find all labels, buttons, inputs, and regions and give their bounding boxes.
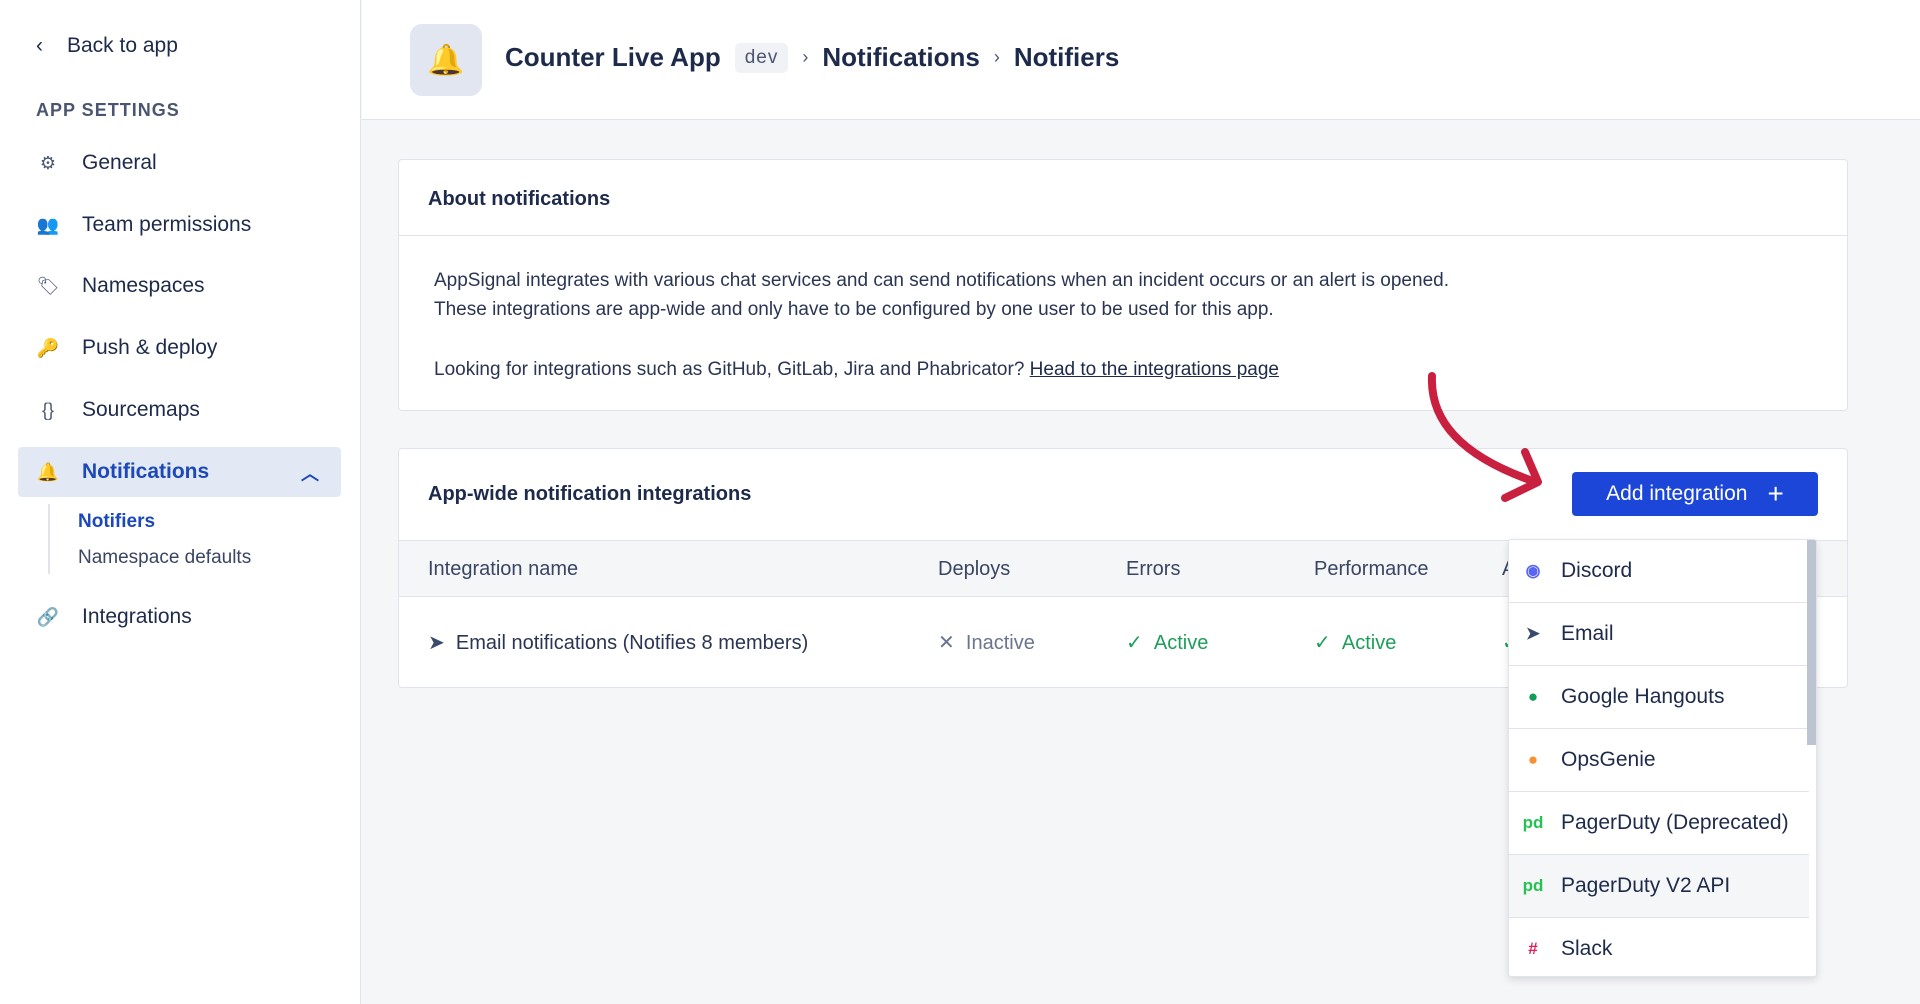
paper-plane-icon: ➤: [1525, 624, 1541, 643]
column-header: Deploys: [938, 558, 1011, 580]
discord-icon: ◉: [1525, 561, 1541, 580]
about-text-3: Looking for integrations such as GitHub,…: [434, 359, 1279, 380]
check-icon: ✓: [1314, 632, 1331, 654]
dropdown-item-discord[interactable]: ◉ Discord: [1509, 540, 1809, 603]
opsgenie-icon: ●: [1527, 750, 1539, 769]
column-header: Integration name: [428, 558, 579, 580]
dropdown-item-email[interactable]: ➤ Email: [1509, 603, 1809, 666]
check-icon: ✓: [1126, 632, 1143, 654]
paper-plane-icon: ➤: [428, 632, 445, 654]
arrow-annotation: [1427, 372, 1542, 502]
bell-icon: 🔔: [36, 461, 60, 482]
chevron-right-icon: ›: [802, 47, 809, 67]
breadcrumb: Counter Live App dev › Notifications › N…: [505, 42, 1119, 73]
section-title: APP SETTINGS: [36, 100, 180, 120]
slack-icon: #: [1528, 939, 1538, 958]
add-integration-button[interactable]: Add integration +: [1572, 472, 1818, 516]
dropdown-scrollbar[interactable]: [1807, 540, 1816, 745]
dropdown-item-slack[interactable]: # Slack: [1509, 918, 1809, 976]
sidebar-subitem-namespace-defaults[interactable]: Namespace defaults: [78, 540, 251, 576]
gear-icon: ⚙: [39, 152, 57, 173]
sidebar-item-sourcemaps[interactable]: {} Sourcemaps: [18, 385, 341, 435]
sidebar-item-notifications[interactable]: 🔔 Notifications ︿: [18, 447, 341, 497]
pagerduty-icon: pd: [1522, 813, 1544, 832]
sidebar-item-general[interactable]: ⚙ General: [18, 138, 341, 188]
dropdown-item-google-hangouts[interactable]: ● Google Hangouts: [1509, 666, 1809, 729]
hangouts-icon: ●: [1527, 687, 1539, 706]
sidebar: ‹ Back to app APP SETTINGS ⚙ General 👥 Team…: [0, 0, 361, 1004]
breadcrumb-notifications[interactable]: Notifications: [822, 42, 979, 73]
tag-icon: 🏷: [36, 275, 60, 296]
sidebar-subitem-notifiers[interactable]: Notifiers: [78, 504, 251, 540]
env-badge: dev: [734, 42, 789, 73]
about-card: About notifications AppSignal integrates…: [398, 159, 1848, 411]
integrations-page-link[interactable]: Head to the integrations page: [1030, 359, 1279, 380]
page-title: Notifiers: [1013, 42, 1120, 72]
breadcrumb-app[interactable]: Counter Live App: [505, 42, 721, 73]
integration-dropdown: ◉ Discord ➤ Email ● Google Hangouts ● OpsGen…: [1508, 539, 1817, 977]
x-icon: ✕: [938, 632, 955, 654]
sidebar-item-integrations[interactable]: 🔗 Integrations: [18, 592, 341, 642]
dropdown-item-pagerduty-v2[interactable]: pd PagerDuty V2 API: [1509, 855, 1809, 918]
plus-icon: +: [1767, 478, 1784, 509]
chevron-right-icon: ›: [993, 47, 1000, 67]
dropdown-item-opsgenie[interactable]: ● OpsGenie: [1509, 729, 1809, 792]
column-header: Performance: [1314, 558, 1429, 580]
notifications-submenu: Notifiers Namespace defaults: [48, 504, 251, 574]
column-header: Errors: [1126, 558, 1181, 580]
pagerduty-icon: pd: [1522, 876, 1544, 895]
sidebar-item-push-deploy[interactable]: 🔑 Push & deploy: [18, 323, 341, 373]
back-to-app-link[interactable]: ‹ Back to app: [36, 34, 178, 58]
sidebar-item-team-permissions[interactable]: 👥 Team permissions: [18, 200, 341, 250]
about-title: About notifications: [428, 188, 611, 210]
bell-icon: 🔔: [410, 24, 482, 96]
page-header: 🔔 Counter Live App dev › Notifications ›…: [362, 0, 1920, 120]
chevron-up-icon[interactable]: ︿: [301, 460, 319, 486]
dropdown-item-pagerduty-deprecated[interactable]: pd PagerDuty (Deprecated): [1509, 792, 1809, 855]
about-text-1: AppSignal integrates with various chat s…: [434, 270, 1449, 291]
about-text-2: These integrations are app-wide and only…: [434, 299, 1274, 320]
users-icon: 👥: [36, 214, 60, 235]
link-icon: 🔗: [36, 606, 60, 627]
braces-icon: {}: [41, 399, 55, 420]
sidebar-item-namespaces[interactable]: 🏷 Namespaces: [18, 261, 341, 311]
chevron-left-icon: ‹: [36, 34, 43, 57]
key-icon: 🔑: [36, 337, 60, 358]
